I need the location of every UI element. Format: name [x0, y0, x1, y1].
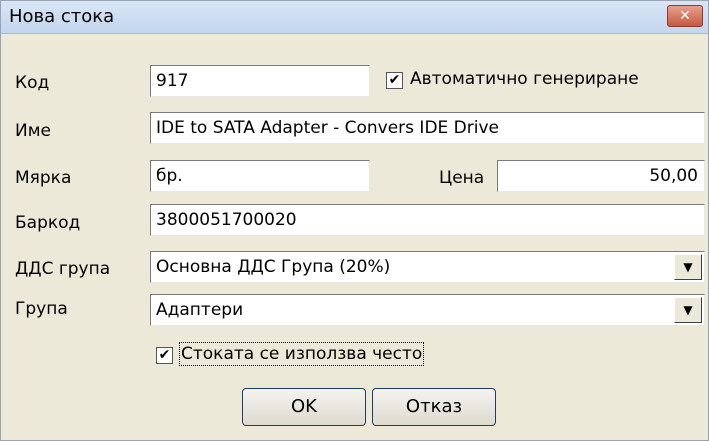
unit-input[interactable]: бр. — [150, 160, 370, 192]
barcode-label: Баркод — [15, 213, 81, 233]
frequent-checkbox[interactable]: ✔ — [156, 347, 173, 364]
vat-group-dropdown-button[interactable]: ▼ — [674, 254, 702, 280]
close-icon: ✕ — [679, 8, 691, 24]
frequent-label[interactable]: Стоката се използва често — [178, 342, 425, 366]
dialog-window: Нова стока ✕ Код 917 ✔ Автоматично генер… — [0, 0, 709, 441]
auto-generate-label[interactable]: Автоматично генериране — [410, 69, 639, 89]
group-value: Адаптери — [156, 300, 244, 320]
vat-group-value: Основна ДДС Група (20%) — [156, 257, 391, 277]
name-label: Име — [15, 121, 52, 141]
group-label: Група — [15, 299, 68, 319]
chevron-down-icon: ▼ — [683, 260, 693, 274]
vat-group-label: ДДС група — [15, 259, 111, 279]
group-dropdown-button[interactable]: ▼ — [674, 297, 702, 323]
name-input[interactable]: IDE to SATA Adapter - Convers IDE Drive — [150, 112, 705, 144]
window-title: Нова стока — [9, 6, 115, 27]
cancel-button[interactable]: Отказ — [372, 388, 496, 426]
close-button[interactable]: ✕ — [667, 5, 703, 27]
vat-group-select[interactable]: Основна ДДС Група (20%) ▼ — [150, 251, 705, 283]
unit-label: Мярка — [15, 168, 72, 188]
price-label: Цена — [439, 168, 485, 188]
code-label: Код — [15, 73, 50, 93]
chevron-down-icon: ▼ — [683, 303, 693, 317]
check-icon: ✔ — [388, 72, 401, 88]
auto-generate-checkbox[interactable]: ✔ — [386, 72, 403, 89]
barcode-input[interactable]: 3800051700020 — [150, 204, 705, 236]
ok-button[interactable]: OK — [242, 388, 366, 426]
group-select[interactable]: Адаптери ▼ — [150, 294, 705, 326]
price-input[interactable]: 50,00 — [497, 160, 705, 192]
title-bar[interactable]: Нова стока ✕ — [1, 1, 708, 34]
check-icon: ✔ — [158, 347, 171, 363]
code-input[interactable]: 917 — [150, 65, 370, 97]
